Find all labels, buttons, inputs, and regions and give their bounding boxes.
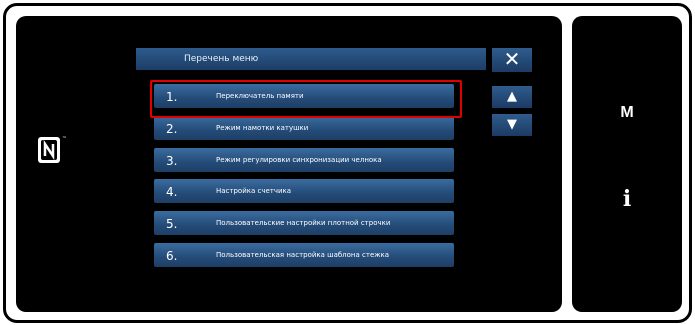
close-button[interactable]: ✕ (492, 48, 532, 72)
menu-item-number: 5. (166, 217, 178, 231)
menu-item-label: Режим регулировки синхронизации челнока (216, 156, 382, 164)
menu-item-hook-timing[interactable]: 3. Режим регулировки синхронизации челно… (154, 148, 454, 172)
menu-item-bobbin-winding[interactable]: 2. Режим намотки катушки (154, 116, 454, 140)
close-icon: ✕ (503, 47, 521, 71)
mode-button[interactable]: M (572, 104, 682, 122)
menu-item-label: Пользовательские настройки плотной строч… (216, 219, 391, 227)
menu-item-number: 3. (166, 154, 178, 168)
side-screen (572, 16, 682, 312)
menu-title: Перечень меню (136, 48, 486, 70)
selected-item-outline (150, 80, 462, 118)
nfc-icon (38, 137, 60, 163)
menu-item-stitch-pattern[interactable]: 6. Пользовательская настройка шаблона ст… (154, 243, 454, 267)
menu-item-label: Настройка счетчика (216, 187, 292, 195)
scroll-up-button[interactable]: ▲ (492, 86, 532, 108)
menu-item-label: Пользовательская настройка шаблона стежк… (216, 251, 390, 259)
info-button[interactable]: i (572, 186, 682, 212)
trademark-mark: ™ (62, 136, 67, 142)
menu-item-number: 2. (166, 122, 178, 136)
menu-item-counter-settings[interactable]: 4. Настройка счетчика (154, 179, 454, 203)
scroll-down-button[interactable]: ▼ (492, 114, 532, 136)
menu-item-label: Режим намотки катушки (216, 124, 309, 132)
menu-item-number: 6. (166, 249, 178, 263)
menu-item-dense-stitch[interactable]: 5. Пользовательские настройки плотной ст… (154, 211, 454, 235)
arrow-up-icon: ▲ (507, 89, 517, 104)
menu-item-number: 4. (166, 185, 178, 199)
arrow-down-icon: ▼ (507, 117, 517, 132)
